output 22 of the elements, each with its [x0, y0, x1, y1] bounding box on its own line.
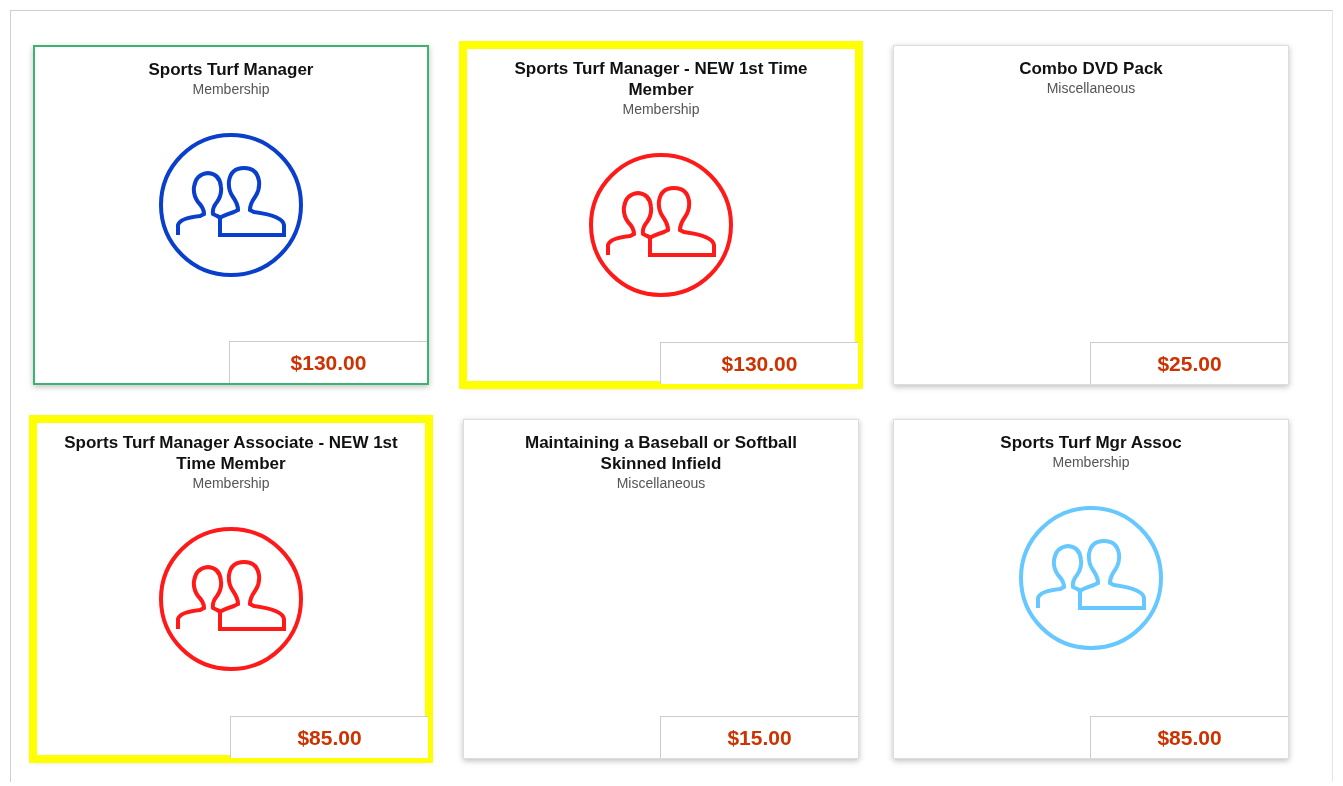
product-title: Sports Turf Manager Associate - NEW 1st Time Member	[63, 432, 399, 474]
product-title: Combo DVD Pack	[1019, 58, 1163, 79]
product-card[interactable]: Maintaining a Baseball or Softball Skinned Infield Miscellaneous $15.00	[463, 419, 859, 759]
price: $85.00	[1157, 724, 1222, 751]
product-category: Miscellaneous	[616, 474, 706, 492]
product-category: Membership	[622, 100, 700, 118]
product-card[interactable]: Sports Turf Mgr Assoc Membership $85.00	[893, 419, 1289, 759]
product-title: Sports Turf Manager - NEW 1st Time Member	[513, 58, 809, 100]
product-category: Miscellaneous	[1046, 79, 1136, 97]
product-category: Membership	[192, 80, 270, 98]
product-title: Maintaining a Baseball or Softball Skinned Infield	[523, 432, 798, 474]
product-category: Membership	[1052, 453, 1130, 471]
price: $15.00	[727, 724, 792, 751]
product-title: Sports Turf Manager	[148, 59, 314, 80]
product-category: Membership	[192, 474, 270, 492]
price: $130.00	[290, 349, 367, 376]
price: $25.00	[1157, 350, 1222, 377]
product-title: Sports Turf Mgr Assoc	[1000, 432, 1182, 453]
price: $85.00	[297, 724, 362, 751]
product-card[interactable]: Sports Turf Manager Membership $130.00	[33, 45, 429, 385]
product-card[interactable]: Combo DVD Pack Miscellaneous $25.00	[893, 45, 1289, 385]
price: $130.00	[721, 350, 798, 377]
